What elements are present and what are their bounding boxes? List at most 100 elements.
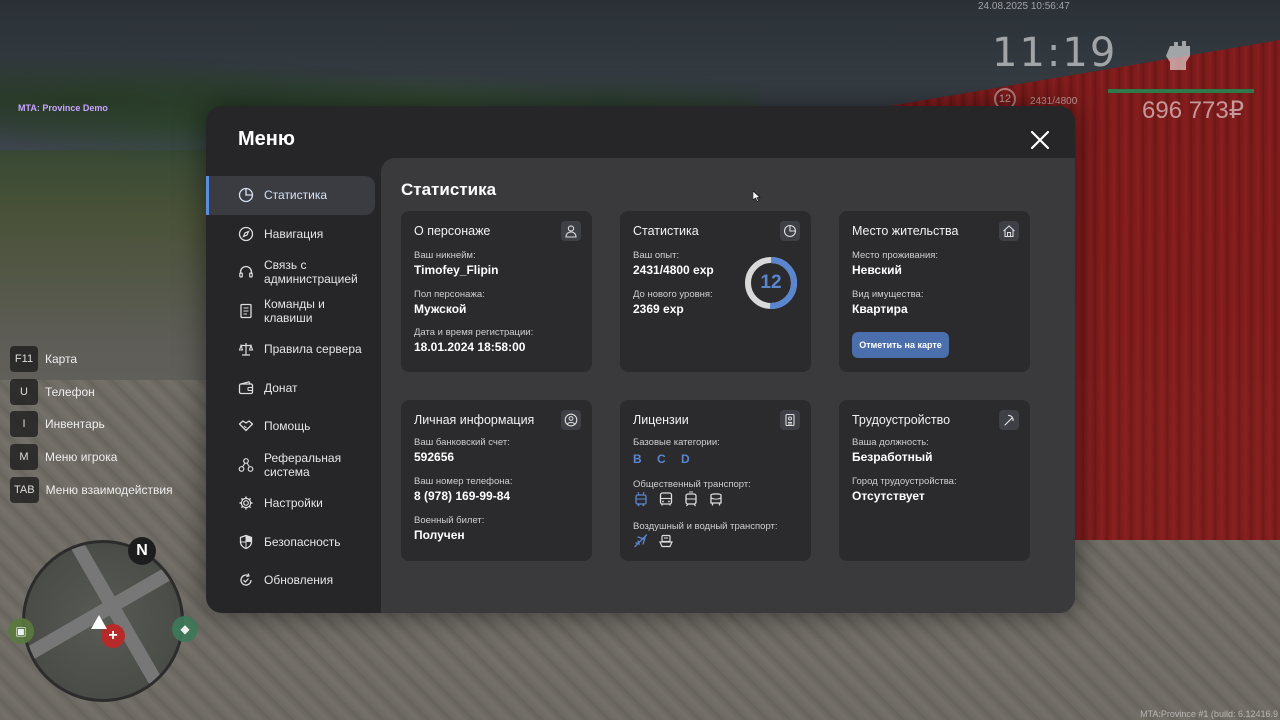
sidebar-item-label: Связь с администрацией	[264, 258, 358, 287]
boat-icon	[659, 534, 673, 548]
sidebar-item-commands[interactable]: Команды и клавиши	[206, 292, 381, 331]
card-statistics: Статистика Ваш опыт: 2431/4800 exp До но…	[620, 211, 811, 372]
mark-on-map-button[interactable]: Отметить на карте	[852, 332, 949, 358]
trolleybus-icon	[635, 491, 647, 507]
military-id-value: Получен	[414, 528, 465, 542]
minimap-car-icon: ◆	[172, 616, 198, 642]
hint-player-menu: M Меню игрока	[10, 444, 173, 471]
card-licenses: Лицензии Базовые категории: B C D Общест…	[620, 400, 811, 561]
hud-datetime: 24.08.2025 10:56:47	[978, 1, 1070, 12]
card-title: Статистика	[633, 224, 699, 238]
gender-value: Мужской	[414, 302, 467, 316]
next-level-value: 2369 exp	[633, 302, 684, 316]
minimap-bank-icon: ▣	[8, 618, 34, 644]
minimap-player-icon	[91, 615, 107, 629]
handshake-icon	[238, 420, 254, 432]
user-icon	[565, 225, 577, 238]
refresh-icon	[240, 573, 252, 586]
close-icon[interactable]	[1028, 128, 1052, 152]
card-title: Личная информация	[414, 413, 535, 427]
property-type-value: Квартира	[852, 302, 908, 316]
sidebar-item-settings[interactable]: Настройки	[206, 484, 381, 523]
hint-key: TAB	[10, 476, 39, 503]
residence-place-label: Место проживания:	[852, 250, 939, 261]
bank-account-value: 592656	[414, 450, 455, 464]
property-type-label: Вид имущества:	[852, 289, 924, 300]
headset-icon	[239, 266, 253, 278]
hint-key: F11	[10, 346, 38, 372]
hint-phone: U Телефон	[10, 378, 173, 405]
sidebar-item-rules[interactable]: Правила сервера	[206, 330, 381, 369]
public-transport-icons	[633, 491, 724, 507]
page-title: Статистика	[401, 180, 497, 199]
public-transport-label: Общественный транспорт:	[633, 479, 751, 490]
sidebar-item-navigation[interactable]: Навигация	[206, 215, 381, 254]
sidebar-item-label: Донат	[264, 380, 298, 395]
sidebar-item-updates[interactable]: Обновления	[206, 561, 381, 600]
sidebar-item-admin-contact[interactable]: Связь с администрацией	[206, 253, 381, 292]
sidebar-item-label: Статистика	[264, 188, 328, 203]
position-value: Безработный	[852, 450, 933, 464]
sidebar-item-security[interactable]: Безопасность	[206, 523, 381, 562]
scales-icon	[238, 343, 254, 356]
people-network-icon	[238, 457, 254, 472]
hint-key: I	[10, 411, 38, 438]
sidebar-item-label: Обновления	[264, 573, 334, 588]
sidebar-item-donate[interactable]: Донат	[206, 369, 381, 408]
card-title: О персонаже	[414, 224, 491, 238]
hint-label: Инвентарь	[45, 417, 105, 432]
sidebar-item-label: Команды и клавиши	[264, 296, 325, 325]
hint-key: M	[10, 444, 38, 471]
sidebar-item-statistics[interactable]: Статистика	[206, 176, 375, 215]
air-water-transport-label: Воздушный и водный транспорт:	[633, 521, 778, 532]
sidebar-item-label: Безопасность	[264, 534, 341, 549]
card-employment: Трудоустройство Ваша должность: Безработ…	[839, 400, 1030, 561]
hud-money: 696 773₽	[1142, 97, 1245, 124]
hint-interaction-menu: TAB Меню взаимодействия	[10, 476, 173, 503]
pie-chart-icon	[783, 224, 797, 238]
document-icon	[240, 303, 252, 318]
nickname-value: Timofey_Flipin	[414, 263, 499, 277]
compass-icon	[238, 226, 254, 241]
registration-label: Дата и время регистрации:	[414, 327, 534, 338]
fist-icon	[1166, 41, 1190, 70]
wallet-icon	[238, 380, 254, 394]
hud-health-bar	[1108, 89, 1254, 93]
pie-chart-icon	[238, 188, 254, 203]
position-label: Ваша должность:	[852, 437, 929, 448]
registration-value: 18.01.2024 18:58:00	[414, 340, 526, 354]
phone-value: 8 (978) 169-99-84	[414, 489, 511, 503]
sidebar-item-referral[interactable]: Реферальная система	[206, 446, 381, 485]
base-categories-value: B C D	[633, 452, 696, 466]
bank-account-label: Ваш банковский счет:	[414, 437, 510, 448]
statistics-panel: Статистика О персонаже Ваш никнейм: Timo…	[381, 158, 1075, 613]
hint-label: Меню игрока	[45, 450, 118, 465]
hud-time: 11:19	[992, 30, 1118, 76]
hint-label: Телефон	[45, 384, 95, 399]
server-name: MTA: Province Demo	[18, 103, 108, 113]
sidebar-item-label: Навигация	[264, 226, 324, 241]
sidebar-item-label: Реферальная система	[264, 450, 342, 479]
minimap-north-icon: N	[128, 537, 156, 565]
job-city-value: Отсутствует	[852, 489, 925, 503]
card-title: Трудоустройство	[852, 413, 951, 427]
menu-window: Меню Статистика Навигация Связь с админи…	[206, 106, 1075, 613]
key-hints: F11 Карта U Телефон I Инвентарь M Меню игрок…	[10, 346, 173, 509]
card-icon	[780, 410, 800, 430]
base-categories-label: Базовые категории:	[633, 437, 720, 448]
card-personal-info: Личная информация Ваш банковский счет: 5…	[401, 400, 592, 561]
hint-label: Меню взаимодействия	[45, 482, 173, 497]
hint-map: F11 Карта	[10, 346, 173, 372]
level-number: 12	[760, 272, 782, 293]
sidebar-item-help[interactable]: Помощь	[206, 407, 381, 446]
next-level-label: До нового уровня:	[633, 289, 713, 300]
card-icon	[999, 221, 1019, 241]
pickaxe-icon	[1004, 414, 1014, 426]
hint-inventory: I Инвентарь	[10, 411, 173, 438]
job-city-label: Город трудоустройства:	[852, 476, 957, 487]
hint-key: U	[10, 378, 38, 405]
card-icon	[780, 221, 800, 241]
exp-value: 2431/4800 exp	[633, 263, 714, 277]
air-water-transport-icons	[633, 533, 674, 549]
card-residence: Место жительства Место проживания: Невск…	[839, 211, 1030, 372]
